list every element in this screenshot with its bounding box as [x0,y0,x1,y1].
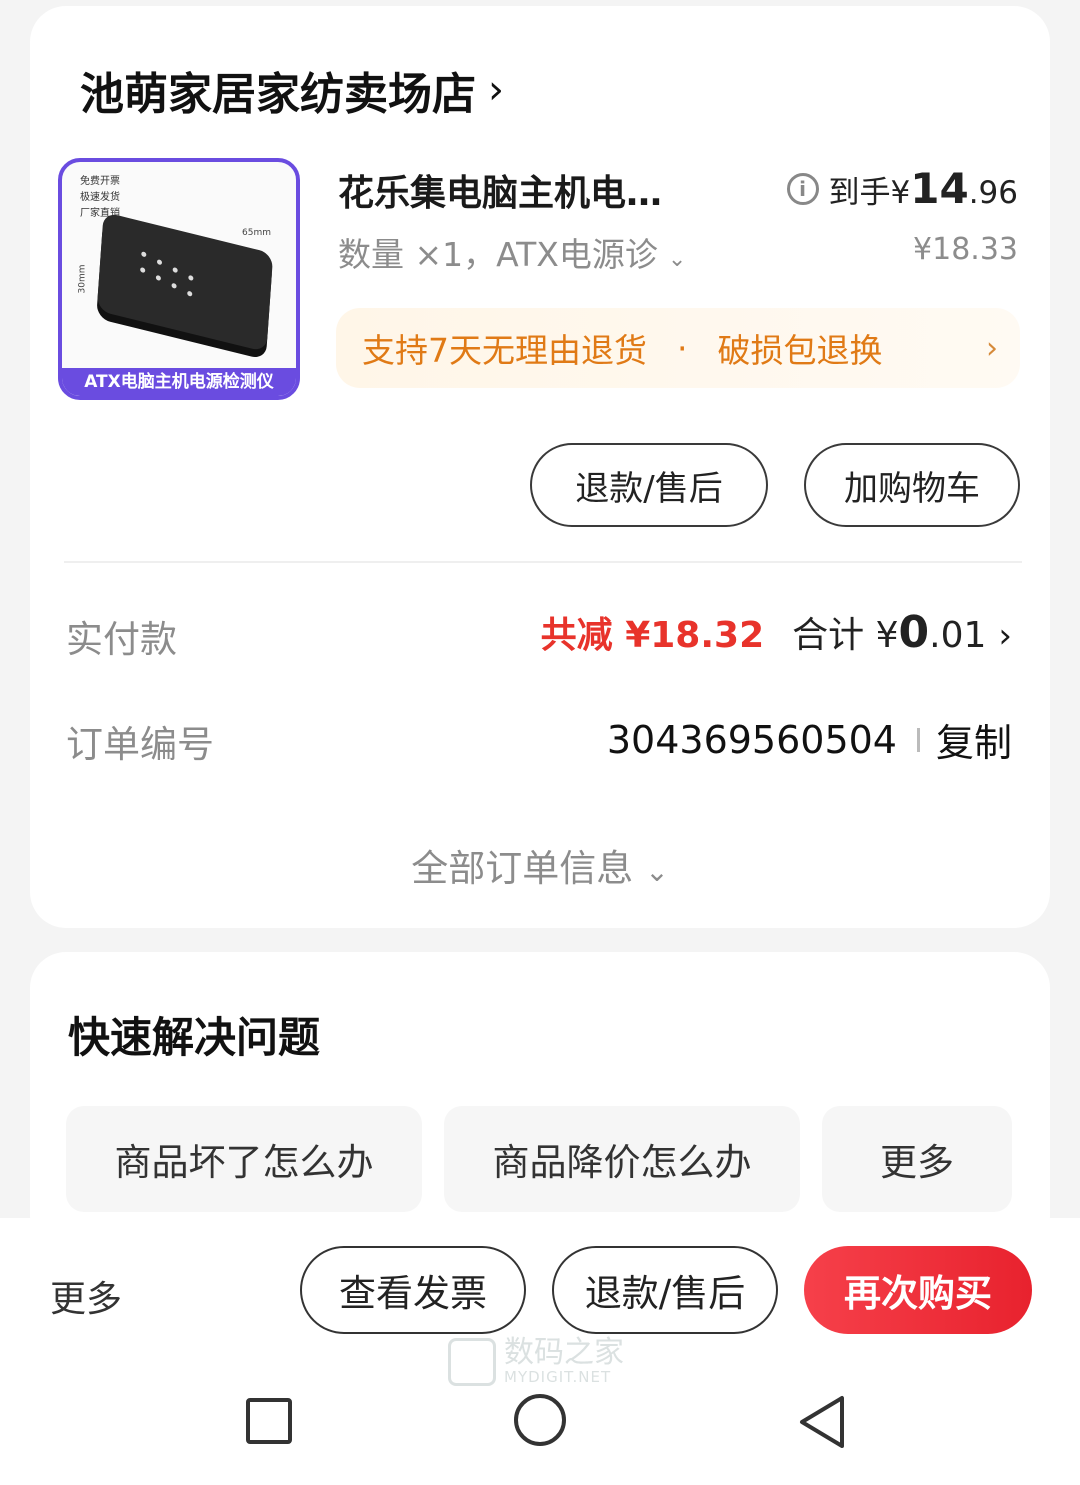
discount-amount: 共减 ¥18.32 [540,615,765,656]
chevron-down-icon: ⌄ [645,855,669,888]
help-title: 快速解决问题 [68,1013,321,1062]
add-to-cart-button[interactable]: 加购物车 [804,443,1020,527]
order-card: 池萌家居家纺卖场店 › 免费开票 极速发货 厂家直销 65mm 30mm 90m… [30,6,1050,928]
chevron-right-icon: › [986,330,998,366]
buy-again-button[interactable]: 再次购买 [804,1246,1032,1334]
promise-return: 支持7天无理由退货 [362,331,647,370]
original-price: ¥18.33 [913,232,1018,267]
final-price: i 到手 ¥ 14 .96 [786,164,1018,213]
recents-nav-icon[interactable] [246,1398,292,1444]
product-title[interactable]: 花乐集电脑主机电… [338,164,728,216]
refund-button[interactable]: 退款/售后 [530,443,768,527]
order-number: 304369560504 [606,717,897,762]
watermark: 数码之家 MYDIGIT.NET [448,1338,624,1386]
product-spec[interactable]: 数量 ×1，ATX电源诊 ⌄ [338,228,686,276]
chevron-right-icon: › [488,67,504,113]
thumb-feature: 免费开票 [80,176,120,187]
separator [916,727,920,752]
promise-separator: · [677,328,688,368]
quick-help-card: 快速解决问题 商品坏了怎么办 商品降价怎么办 更多 [30,952,1050,1252]
info-icon[interactable]: i [786,172,819,205]
watermark-logo-icon [448,1338,496,1386]
order-number-label: 订单编号 [66,723,214,766]
copy-button[interactable]: 复制 [936,712,1012,767]
chevron-right-icon: › [998,616,1012,656]
help-chip-more[interactable]: 更多 [822,1106,1012,1212]
currency-symbol: ¥ [890,175,911,211]
spec-text: 数量 ×1，ATX电源诊 [338,235,658,274]
price-prefix: 到手 [828,175,891,211]
product-thumbnail[interactable]: 免费开票 极速发货 厂家直销 65mm 30mm 90mm ATX电脑主机电源检… [58,158,300,400]
store-name: 池萌家居家纺卖场店 [80,69,476,120]
total-decimal: .01 [929,615,987,656]
thumb-dimension: 30mm [77,264,88,294]
promise-damage: 破损包退换 [717,331,883,370]
total-integer: 0 [898,607,930,658]
price-integer: 14 [910,164,969,213]
total-prefix: 合计 ¥ [792,615,899,656]
divider [64,561,1022,563]
all-order-info-toggle[interactable]: 全部订单信息 ⌄ [30,838,1050,892]
price-decimal: .96 [968,175,1018,211]
service-promise-bar[interactable]: 支持7天无理由退货 · 破损包退换 › [336,308,1020,388]
payment-summary[interactable]: 共减 ¥18.32 合计 ¥ 0 .01 › [541,606,1012,658]
home-nav-icon[interactable] [514,1394,566,1446]
watermark-text: 数码之家 [504,1335,624,1370]
store-link[interactable]: 池萌家居家纺卖场店 › [80,58,504,122]
help-chip-broken[interactable]: 商品坏了怎么办 [66,1106,422,1212]
paid-label: 实付款 [66,618,177,661]
all-info-label: 全部订单信息 [411,847,634,890]
refund-button[interactable]: 退款/售后 [552,1246,778,1334]
back-nav-icon[interactable] [796,1394,848,1450]
chevron-down-icon: ⌄ [667,247,687,272]
view-invoice-button[interactable]: 查看发票 [300,1246,526,1334]
more-button[interactable]: 更多 [50,1270,122,1322]
thumb-banner: ATX电脑主机电源检测仪 [62,368,296,396]
help-chip-price-drop[interactable]: 商品降价怎么办 [444,1106,800,1212]
thumb-feature: 极速发货 [80,192,120,203]
thumb-dimension: 65mm [242,228,271,238]
watermark-sub: MYDIGIT.NET [504,1368,612,1386]
order-number-row: 304369560504 复制 [607,712,1012,767]
